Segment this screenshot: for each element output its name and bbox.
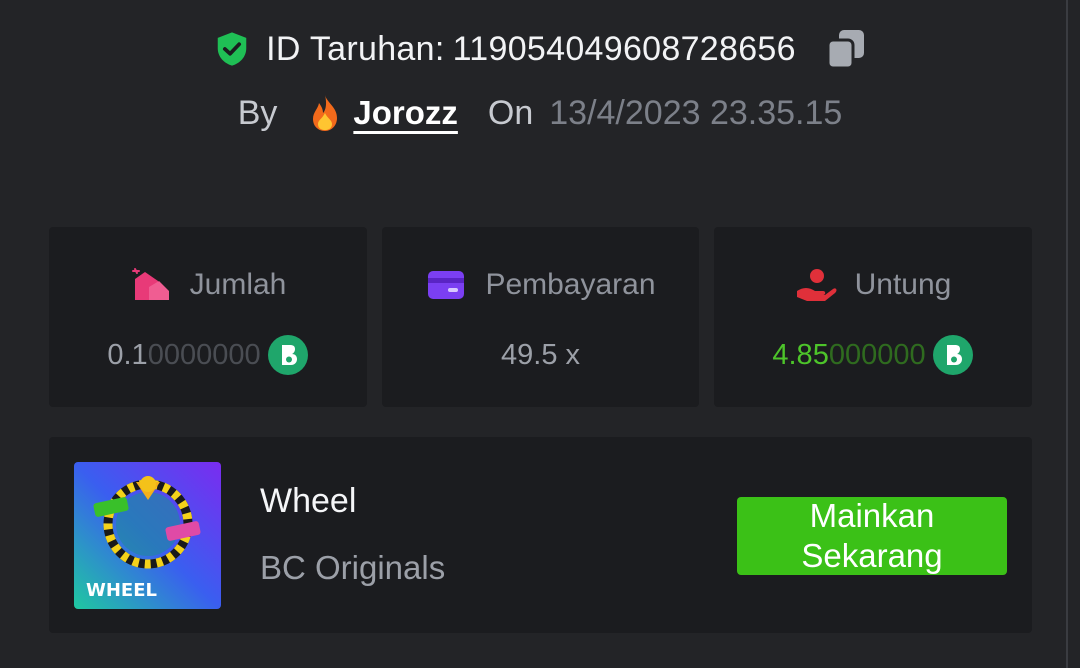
bc-coin-icon	[267, 334, 309, 376]
game-card: WHEEL Wheel BC Originals Mainkan Sekaran…	[49, 437, 1032, 633]
shield-check-icon	[212, 29, 252, 69]
payout-value-text: 49.5 x	[501, 338, 580, 371]
amount-value: 0.1 0000000	[49, 335, 367, 375]
bc-coin-icon	[932, 334, 974, 376]
profit-value-main: 4.85	[772, 338, 829, 371]
profit-value-dim: 000000	[828, 338, 926, 371]
amount-value-dim: 0000000	[147, 338, 261, 371]
bet-id-row: ID Taruhan: 119054049608728656	[0, 24, 1080, 74]
payout-card: Pembayaran 49.5 x	[382, 227, 699, 407]
profit-label: Untung	[854, 268, 952, 301]
username-text: Jorozz	[353, 94, 458, 131]
bet-author-row: By Jorozz On 13/4/2023 23.35.15	[0, 88, 1080, 138]
profit-hand-icon	[795, 265, 837, 305]
amount-value-main: 0.1	[107, 338, 148, 371]
by-label: By	[237, 93, 278, 132]
payout-label: Pembayaran	[485, 268, 656, 301]
payout-value: 49.5 x	[382, 335, 699, 375]
game-name: Wheel	[260, 482, 357, 520]
game-thumbnail[interactable]: WHEEL	[74, 462, 221, 609]
card-icon	[425, 265, 467, 305]
profit-card: Untung 4.85 000000	[714, 227, 1032, 407]
fire-icon	[307, 93, 345, 133]
profit-value: 4.85 000000	[714, 335, 1032, 375]
bet-id-text: ID Taruhan: 119054049608728656	[266, 30, 796, 69]
thumbnail-caption: WHEEL	[86, 580, 157, 601]
bet-datetime: 13/4/2023 23.35.15	[549, 93, 843, 132]
bet-id-value: 119054049608728656	[452, 29, 796, 68]
on-label: On	[487, 93, 534, 132]
play-now-button[interactable]: Mainkan Sekarang	[737, 497, 1007, 575]
copy-icon[interactable]	[824, 27, 868, 71]
username-link[interactable]: Jorozz	[307, 93, 458, 133]
amount-card: Jumlah 0.1 0000000	[49, 227, 367, 407]
bet-id-label: ID Taruhan:	[266, 29, 445, 68]
game-provider: BC Originals	[260, 549, 446, 586]
amount-label: Jumlah	[189, 268, 287, 301]
amount-icon	[130, 265, 172, 305]
